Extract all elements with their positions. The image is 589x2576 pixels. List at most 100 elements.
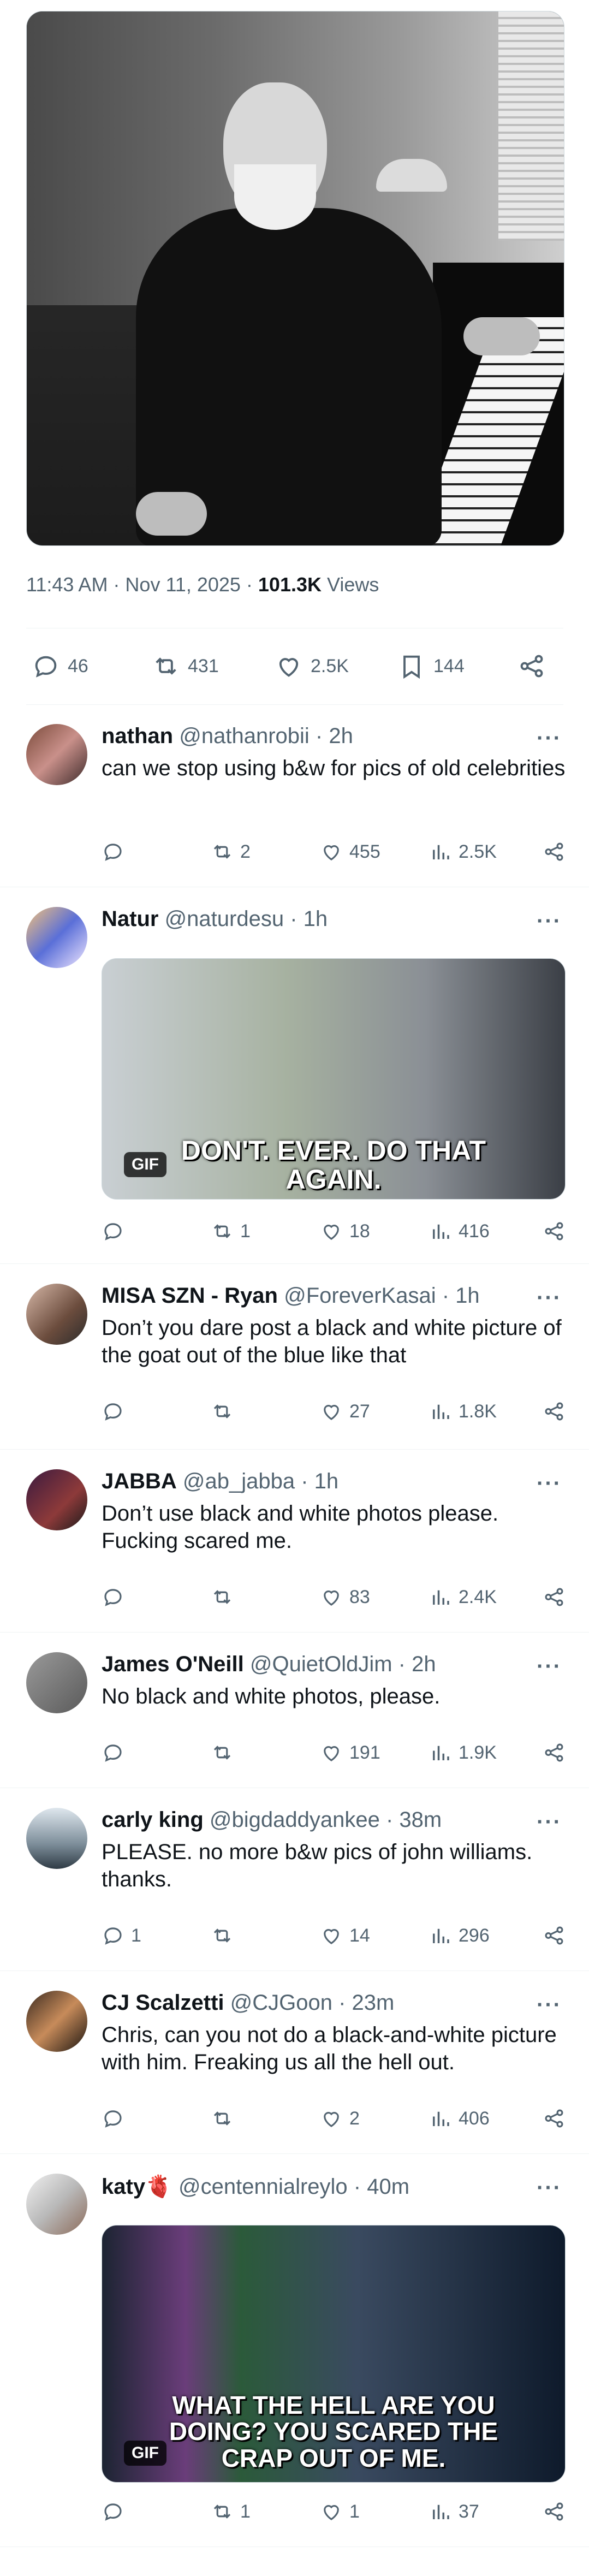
- more-icon[interactable]: ···: [537, 1810, 562, 1835]
- views-button[interactable]: 416: [429, 1215, 490, 1248]
- like-count: 2.5K: [311, 655, 349, 676]
- share-button[interactable]: [517, 644, 554, 688]
- views-count: 2.5K: [459, 841, 497, 862]
- like-button[interactable]: 2.5K: [275, 644, 349, 688]
- views-button[interactable]: 296: [429, 1919, 490, 1952]
- reply-gif[interactable]: WHAT THE HELL ARE YOU DOING? YOU SCARED …: [102, 2225, 566, 2483]
- reply-button[interactable]: [102, 2102, 131, 2135]
- views-button[interactable]: 2.5K: [429, 835, 497, 868]
- share-button[interactable]: [543, 1581, 572, 1613]
- more-icon[interactable]: ···: [537, 909, 562, 934]
- display-name[interactable]: MISA SZN - Ryan: [102, 1284, 278, 1308]
- bookmark-button[interactable]: 144: [397, 644, 465, 688]
- like-count: 455: [349, 841, 380, 862]
- reply-item[interactable]: carly king @bigdaddyankee · 38m ··· PLEAS…: [0, 1788, 589, 1971]
- views-button[interactable]: 1.9K: [429, 1736, 497, 1769]
- reply-button[interactable]: [102, 1736, 131, 1769]
- views-button[interactable]: 1.8K: [429, 1395, 497, 1428]
- share-button[interactable]: [543, 2495, 572, 2528]
- share-button[interactable]: [543, 1919, 572, 1952]
- repost-button[interactable]: 431: [152, 644, 219, 688]
- share-button[interactable]: [543, 1215, 572, 1248]
- repost-button[interactable]: 1: [211, 2495, 251, 2528]
- display-name[interactable]: carly king: [102, 1808, 204, 1832]
- gif-caption: WHAT THE HELL ARE YOU DOING? YOU SCARED …: [169, 2391, 498, 2472]
- gif-badge[interactable]: GIF: [124, 1152, 166, 1177]
- reply-button[interactable]: [102, 835, 131, 868]
- reply-item[interactable]: nathan @nathanrobii · 2h ··· can we stop …: [0, 704, 589, 887]
- handle-and-time[interactable]: @bigdaddyankee · 38m: [210, 1808, 442, 1832]
- like-button[interactable]: 27: [320, 1395, 370, 1428]
- views-count[interactable]: 101.3K: [258, 573, 322, 596]
- more-icon[interactable]: ···: [537, 1654, 562, 1679]
- views-button[interactable]: 406: [429, 2102, 490, 2135]
- reply-item[interactable]: katy🫀 @centennialreylo · 40m ··· WHAT TH…: [0, 2154, 589, 2547]
- reply-item[interactable]: CJ Scalzetti @CJGoon · 23m ··· Chris, can…: [0, 1971, 589, 2154]
- repost-button[interactable]: [211, 1736, 240, 1769]
- like-button[interactable]: 18: [320, 1215, 370, 1248]
- reply-button[interactable]: 1: [102, 1919, 141, 1952]
- handle-and-time[interactable]: @ForeverKasai · 1h: [284, 1284, 480, 1308]
- reply-item[interactable]: JABBA @ab_jabba · 1h ··· Don’t use black …: [0, 1450, 589, 1633]
- reply-button[interactable]: 46: [32, 644, 88, 688]
- more-icon[interactable]: ···: [537, 726, 562, 751]
- views-button[interactable]: 37: [429, 2495, 479, 2528]
- repost-button[interactable]: [211, 1395, 240, 1428]
- repost-button[interactable]: [211, 1581, 240, 1613]
- handle-and-time[interactable]: @QuietOldJim · 2h: [250, 1652, 436, 1676]
- repost-button[interactable]: [211, 2102, 240, 2135]
- like-button[interactable]: 455: [320, 835, 380, 868]
- more-icon[interactable]: ···: [537, 1471, 562, 1496]
- avatar[interactable]: [26, 907, 87, 968]
- avatar[interactable]: [26, 1469, 87, 1530]
- display-name[interactable]: CJ Scalzetti: [102, 1991, 224, 2015]
- reply-item[interactable]: James O'Neill @QuietOldJim · 2h ··· No bl…: [0, 1633, 589, 1788]
- avatar[interactable]: [26, 2174, 87, 2235]
- display-name[interactable]: katy🫀: [102, 2175, 172, 2199]
- repost-button[interactable]: 2: [211, 835, 251, 868]
- handle-and-time[interactable]: @ab_jabba · 1h: [183, 1469, 338, 1493]
- more-icon[interactable]: ···: [537, 2176, 562, 2200]
- share-button[interactable]: [543, 1736, 572, 1769]
- reply-item[interactable]: MISA SZN - Ryan @ForeverKasai · 1h ··· Do…: [0, 1264, 589, 1450]
- gif-badge[interactable]: GIF: [124, 2441, 166, 2466]
- repost-button[interactable]: 1: [211, 1215, 251, 1248]
- share-icon: [545, 2502, 563, 2521]
- reply-button[interactable]: [102, 1395, 131, 1428]
- like-button[interactable]: 14: [320, 1919, 370, 1952]
- handle-and-time[interactable]: @CJGoon · 23m: [230, 1991, 395, 2015]
- share-button[interactable]: [543, 835, 572, 868]
- reply-gif[interactable]: DON'T. EVER. DO THAT AGAIN. GIF: [102, 958, 566, 1200]
- share-button[interactable]: [543, 2102, 572, 2135]
- display-name[interactable]: JABBA: [102, 1469, 177, 1493]
- views-button[interactable]: 2.4K: [429, 1581, 497, 1613]
- avatar[interactable]: [26, 1991, 87, 2052]
- avatar[interactable]: [26, 1652, 87, 1713]
- reply-item[interactable]: Natur @naturdesu · 1h ··· DON'T. EVER. D…: [0, 887, 589, 1264]
- reply-button[interactable]: [102, 1581, 131, 1613]
- repost-button[interactable]: [211, 1919, 240, 1952]
- more-icon[interactable]: ···: [537, 1993, 562, 2017]
- like-button[interactable]: 1: [320, 2495, 360, 2528]
- like-button[interactable]: 83: [320, 1581, 370, 1613]
- reply-button[interactable]: [102, 1215, 131, 1248]
- share-button[interactable]: [543, 1395, 572, 1428]
- handle-and-time[interactable]: @nathanrobii · 2h: [179, 724, 353, 748]
- display-name[interactable]: nathan: [102, 724, 173, 748]
- avatar[interactable]: [26, 1808, 87, 1869]
- handle-and-time[interactable]: @centennialreylo · 40m: [179, 2175, 409, 2199]
- more-icon[interactable]: ···: [537, 1286, 562, 1310]
- like-button[interactable]: 2: [320, 2102, 360, 2135]
- avatar[interactable]: [26, 1284, 87, 1345]
- comment-icon: [104, 1403, 122, 1421]
- like-button[interactable]: 191: [320, 1736, 380, 1769]
- reply-button[interactable]: [102, 2495, 131, 2528]
- handle-and-time[interactable]: @naturdesu · 1h: [165, 907, 328, 931]
- heart-icon: [324, 1225, 339, 1240]
- comment-icon: [104, 2110, 122, 2128]
- post-photo[interactable]: [26, 11, 564, 546]
- display-name[interactable]: James O'Neill: [102, 1652, 244, 1676]
- display-name[interactable]: Natur: [102, 907, 158, 931]
- avatar[interactable]: [26, 724, 87, 785]
- repost-count: 1: [240, 2501, 251, 2522]
